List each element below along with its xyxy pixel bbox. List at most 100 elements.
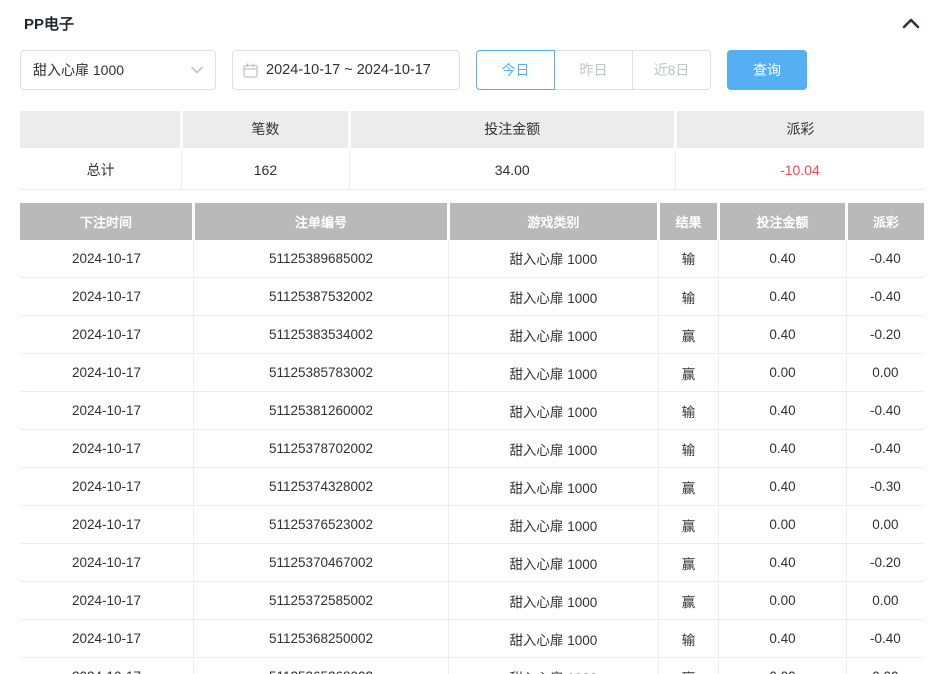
cell-bet-time: 2024-10-17 xyxy=(20,240,194,278)
today-button[interactable]: 今日 xyxy=(476,50,555,90)
col-header-bet-time: 下注时间 xyxy=(20,203,194,240)
cell-payout: -0.30 xyxy=(846,468,924,506)
cell-game-category: 甜入心扉 1000 xyxy=(448,316,658,354)
page-title: PP电子 xyxy=(24,13,74,34)
cell-bet-id: 51125370467002 xyxy=(194,544,449,582)
cell-game-category: 甜入心扉 1000 xyxy=(448,582,658,620)
cell-bet-id: 51125378702002 xyxy=(194,430,449,468)
cell-bet-time: 2024-10-17 xyxy=(20,620,194,658)
cell-payout: -0.20 xyxy=(846,544,924,582)
cell-bet-id: 51125372585002 xyxy=(194,582,449,620)
date-range-picker[interactable]: 2024-10-17 ~ 2024-10-17 xyxy=(232,50,460,90)
summary-total-count: 162 xyxy=(182,149,349,189)
bet-table-body: 2024-10-17 51125389685002 甜入心扉 1000 输 0.… xyxy=(20,240,924,674)
cell-bet-time: 2024-10-17 xyxy=(20,392,194,430)
cell-result: 赢 xyxy=(658,468,719,506)
summary-total-payout: -10.04 xyxy=(675,149,924,189)
collapse-panel-button[interactable] xyxy=(898,10,924,36)
summary-total-bet-amount: 34.00 xyxy=(349,149,675,189)
cell-bet-id: 51125383534002 xyxy=(194,316,449,354)
cell-payout: 0.00 xyxy=(846,506,924,544)
last-8-days-button[interactable]: 近8日 xyxy=(632,50,711,90)
cell-game-category: 甜入心扉 1000 xyxy=(448,506,658,544)
cell-game-category: 甜入心扉 1000 xyxy=(448,544,658,582)
summary-header-bet-amount: 投注金额 xyxy=(349,111,675,149)
cell-bet-amount: 0.40 xyxy=(719,392,846,430)
cell-result: 输 xyxy=(658,240,719,278)
cell-bet-time: 2024-10-17 xyxy=(20,316,194,354)
cell-payout: -0.40 xyxy=(846,278,924,316)
chevron-down-icon xyxy=(191,66,203,74)
cell-bet-time: 2024-10-17 xyxy=(20,506,194,544)
table-row: 2024-10-17 51125372585002 甜入心扉 1000 赢 0.… xyxy=(20,582,924,620)
cell-result: 输 xyxy=(658,278,719,316)
panel-header: PP电子 xyxy=(20,10,924,36)
cell-bet-id: 51125374328002 xyxy=(194,468,449,506)
cell-bet-amount: 0.40 xyxy=(719,620,846,658)
cell-result: 赢 xyxy=(658,316,719,354)
table-row: 2024-10-17 51125365368002 甜入心扉 1000 赢 0.… xyxy=(20,658,924,674)
cell-bet-amount: 0.00 xyxy=(719,582,846,620)
yesterday-button[interactable]: 昨日 xyxy=(554,50,633,90)
cell-result: 赢 xyxy=(658,658,719,674)
cell-result: 输 xyxy=(658,430,719,468)
quick-range-button-group: 今日 昨日 近8日 xyxy=(476,50,711,90)
cell-bet-time: 2024-10-17 xyxy=(20,430,194,468)
cell-bet-time: 2024-10-17 xyxy=(20,468,194,506)
cell-game-category: 甜入心扉 1000 xyxy=(448,430,658,468)
filter-toolbar: 甜入心扉 1000 2024-10-17 ~ 2024-10-17 今日 昨日 xyxy=(20,50,924,90)
summary-header-empty xyxy=(20,111,182,149)
date-range-value: 2024-10-17 ~ 2024-10-17 xyxy=(266,62,431,78)
summary-total-label: 总计 xyxy=(20,149,182,189)
cell-game-category: 甜入心扉 1000 xyxy=(448,278,658,316)
calendar-icon xyxy=(243,63,258,78)
table-row: 2024-10-17 51125385783002 甜入心扉 1000 赢 0.… xyxy=(20,354,924,392)
cell-bet-amount: 0.40 xyxy=(719,316,846,354)
table-row: 2024-10-17 51125368250002 甜入心扉 1000 输 0.… xyxy=(20,620,924,658)
cell-game-category: 甜入心扉 1000 xyxy=(448,658,658,674)
cell-game-category: 甜入心扉 1000 xyxy=(448,620,658,658)
report-panel: PP电子 甜入心扉 1000 xyxy=(0,0,944,674)
summary-total-row: 总计 162 34.00 -10.04 xyxy=(20,149,924,189)
cell-payout: 0.00 xyxy=(846,658,924,674)
cell-bet-id: 51125389685002 xyxy=(194,240,449,278)
cell-payout: 0.00 xyxy=(846,354,924,392)
cell-bet-amount: 0.40 xyxy=(719,240,846,278)
cell-bet-amount: 0.00 xyxy=(719,658,846,674)
cell-payout: -0.40 xyxy=(846,240,924,278)
cell-result: 输 xyxy=(658,620,719,658)
cell-bet-amount: 0.40 xyxy=(719,468,846,506)
cell-bet-amount: 0.00 xyxy=(719,354,846,392)
cell-result: 赢 xyxy=(658,354,719,392)
bet-records-table: 下注时间 注单编号 游戏类别 结果 投注金额 派彩 2024-10-17 511… xyxy=(20,203,924,674)
col-header-bet-amount: 投注金额 xyxy=(719,203,846,240)
cell-result: 赢 xyxy=(658,582,719,620)
cell-bet-id: 51125376523002 xyxy=(194,506,449,544)
cell-game-category: 甜入心扉 1000 xyxy=(448,392,658,430)
table-row: 2024-10-17 51125381260002 甜入心扉 1000 输 0.… xyxy=(20,392,924,430)
cell-bet-time: 2024-10-17 xyxy=(20,354,194,392)
cell-result: 输 xyxy=(658,392,719,430)
cell-result: 赢 xyxy=(658,544,719,582)
cell-game-category: 甜入心扉 1000 xyxy=(448,468,658,506)
cell-payout: -0.40 xyxy=(846,392,924,430)
col-header-bet-id: 注单编号 xyxy=(194,203,449,240)
cell-game-category: 甜入心扉 1000 xyxy=(448,354,658,392)
summary-header-payout: 派彩 xyxy=(675,111,924,149)
cell-bet-id: 51125385783002 xyxy=(194,354,449,392)
table-row: 2024-10-17 51125374328002 甜入心扉 1000 赢 0.… xyxy=(20,468,924,506)
cell-bet-time: 2024-10-17 xyxy=(20,544,194,582)
cell-bet-id: 51125365368002 xyxy=(194,658,449,674)
game-select-value: 甜入心扉 1000 xyxy=(33,60,124,80)
cell-game-category: 甜入心扉 1000 xyxy=(448,240,658,278)
summary-header-count: 笔数 xyxy=(182,111,349,149)
table-row: 2024-10-17 51125389685002 甜入心扉 1000 输 0.… xyxy=(20,240,924,278)
cell-payout: -0.20 xyxy=(846,316,924,354)
cell-payout: -0.40 xyxy=(846,430,924,468)
query-button[interactable]: 查询 xyxy=(727,50,807,90)
game-select[interactable]: 甜入心扉 1000 xyxy=(20,50,216,90)
cell-bet-amount: 0.40 xyxy=(719,430,846,468)
cell-bet-amount: 0.40 xyxy=(719,278,846,316)
cell-bet-time: 2024-10-17 xyxy=(20,582,194,620)
col-header-payout: 派彩 xyxy=(846,203,924,240)
